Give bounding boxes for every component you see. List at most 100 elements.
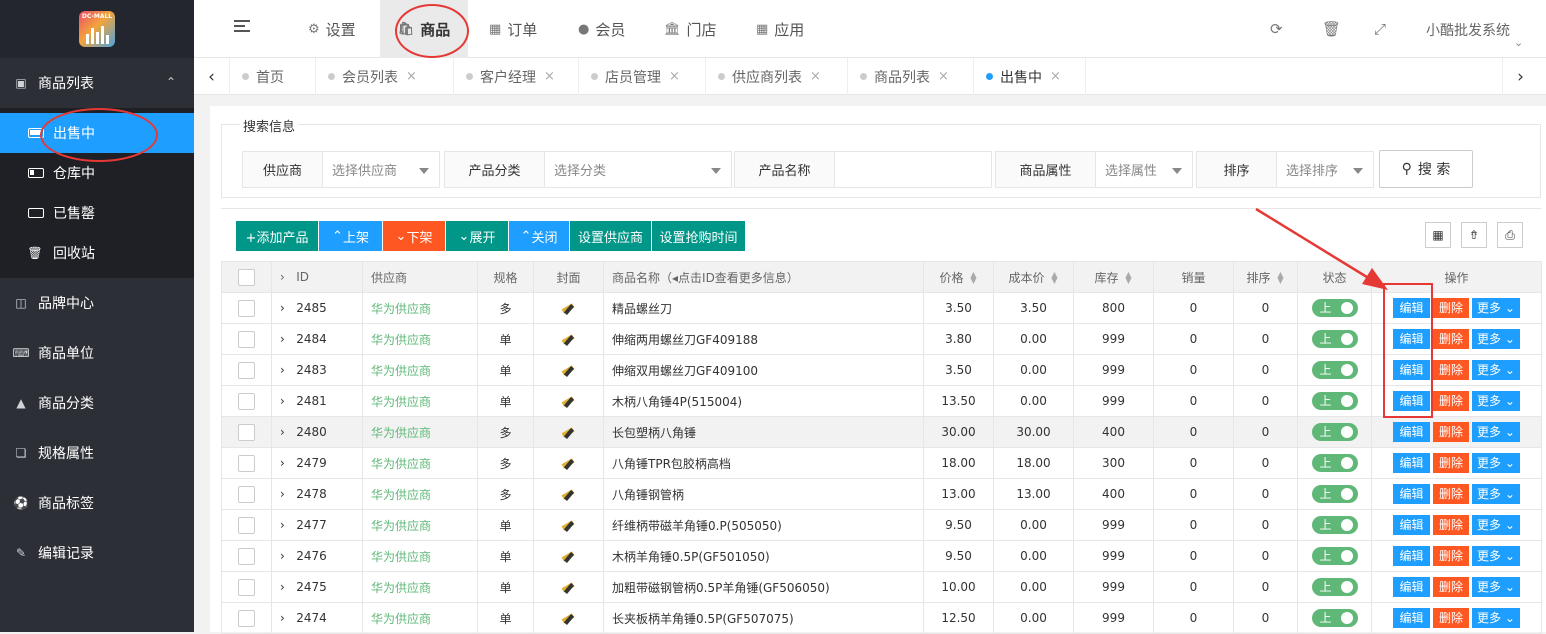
set-flash-sale-button[interactable]: 设置抢购时间 [652,221,745,251]
topnav-members[interactable]: ● 会员 [578,0,625,58]
product-thumbnail[interactable] [559,426,579,439]
row-cover[interactable] [533,354,604,386]
status-toggle[interactable]: 上 [1311,547,1358,565]
row-checkbox[interactable] [221,447,272,479]
more-button[interactable]: 更多 ⌄ [1472,453,1520,473]
more-button[interactable]: 更多 ⌄ [1472,329,1520,349]
sidebar-group-edit-log[interactable]: ✎ 编辑记录 [0,528,194,578]
row-id[interactable]: › 2475 [271,571,363,603]
edit-button[interactable]: 编辑 [1393,484,1430,504]
id-value[interactable]: 2478 [296,487,327,501]
row-checkbox[interactable] [221,416,272,448]
id-value[interactable]: 2483 [296,363,327,377]
more-button[interactable]: 更多 ⌄ [1472,515,1520,535]
sort-icon[interactable]: ▲ ▼ [1125,271,1133,285]
chevron-right-icon[interactable]: › [280,580,285,594]
more-button[interactable]: 更多 ⌄ [1472,422,1520,442]
id-value[interactable]: 2484 [296,332,327,346]
chevron-right-icon[interactable]: › [280,487,285,501]
close-icon[interactable]: × [938,69,949,84]
topnav-stores[interactable]: 🏛 门店 [664,0,717,58]
row-checkbox[interactable] [221,323,272,355]
tab-scroll-right-icon[interactable]: › [1502,58,1538,95]
row-checkbox[interactable] [221,385,272,417]
id-value[interactable]: 2479 [296,456,327,470]
sidebar-group-spec[interactable]: ❏ 规格属性 [0,428,194,478]
status-toggle[interactable]: 上 [1311,516,1358,534]
sidebar-group-tags[interactable]: ⚽ 商品标签 [0,478,194,528]
select-all-checkbox[interactable] [221,261,272,293]
chevron-down-icon[interactable]: ⌄ [1514,36,1523,49]
id-value[interactable]: 2485 [296,301,327,315]
edit-button[interactable]: 编辑 [1393,608,1430,628]
delete-button[interactable]: 删除 [1433,329,1469,349]
edit-button[interactable]: 编辑 [1393,422,1430,442]
id-value[interactable]: 2474 [296,611,327,625]
row-checkbox[interactable] [221,354,272,386]
tab-member-list[interactable]: 会员列表 × [316,58,454,95]
row-id[interactable]: › 2478 [271,478,363,510]
product-name-input[interactable] [835,152,991,187]
collapse-button[interactable]: ⌃ 关闭 [509,221,569,251]
close-icon[interactable]: × [669,69,680,84]
more-button[interactable]: 更多 ⌄ [1472,391,1520,411]
delete-button[interactable]: 删除 [1433,484,1469,504]
product-name-field[interactable]: 产品名称 [734,151,992,188]
product-thumbnail[interactable] [559,302,579,315]
edit-button[interactable]: 编辑 [1393,453,1430,473]
delete-button[interactable]: 删除 [1433,391,1469,411]
status-toggle[interactable]: 上 [1311,330,1358,348]
row-cover[interactable] [533,447,604,479]
fullscreen-icon[interactable]: ⤢ [1374,20,1386,38]
menu-toggle-icon[interactable] [234,20,250,36]
product-thumbnail[interactable] [559,612,579,625]
more-button[interactable]: 更多 ⌄ [1472,608,1520,628]
row-id[interactable]: › 2476 [271,540,363,572]
topnav-apps[interactable]: ▦ 应用 [756,0,804,58]
tab-home[interactable]: 首页 [230,58,316,95]
chevron-right-icon[interactable]: › [280,456,285,470]
row-checkbox[interactable] [221,292,272,324]
product-thumbnail[interactable] [559,550,579,563]
logo[interactable]: DC-MALL [0,0,194,58]
field-value[interactable]: 选择分类 [545,152,731,187]
sidebar-group-category[interactable]: ▲ 商品分类 [0,378,194,428]
row-cover[interactable] [533,323,604,355]
chevron-right-icon[interactable]: › [280,611,285,625]
close-icon[interactable]: × [1050,69,1061,84]
delete-button[interactable]: 删除 [1433,546,1469,566]
more-button[interactable]: 更多 ⌄ [1472,298,1520,318]
row-id[interactable]: › 2479 [271,447,363,479]
status-toggle[interactable]: 上 [1311,392,1358,410]
row-cover[interactable] [533,602,604,634]
set-supplier-button[interactable]: 设置供应商 [570,221,651,251]
product-thumbnail[interactable] [559,395,579,408]
row-id[interactable]: › 2481 [271,385,363,417]
status-toggle[interactable]: 上 [1311,609,1358,627]
list-button[interactable]: ⌃ 上架 [319,221,382,251]
delete-button[interactable]: 删除 [1433,422,1469,442]
product-thumbnail[interactable] [559,581,579,594]
row-id[interactable]: › 2484 [271,323,363,355]
category-select[interactable]: 产品分类 选择分类 [444,151,732,188]
status-toggle[interactable]: 上 [1311,485,1358,503]
row-id[interactable]: › 2480 [271,416,363,448]
delist-button[interactable]: ⌄ 下架 [383,221,445,251]
delete-button[interactable]: 删除 [1433,298,1469,318]
header-id[interactable]: › ID [271,261,363,293]
product-thumbnail[interactable] [559,364,579,377]
close-icon[interactable]: × [544,69,555,84]
row-id[interactable]: › 2485 [271,292,363,324]
export-icon[interactable]: ⇮ [1461,222,1487,248]
close-icon[interactable]: × [810,69,821,84]
columns-icon[interactable]: ▦ [1425,222,1451,248]
product-thumbnail[interactable] [559,519,579,532]
row-cover[interactable] [533,292,604,324]
row-id[interactable]: › 2483 [271,354,363,386]
row-checkbox[interactable] [221,602,272,634]
id-value[interactable]: 2477 [296,518,327,532]
print-icon[interactable]: ⎙ [1497,222,1523,248]
topnav-settings[interactable]: ⚙ 设置 [308,0,356,58]
chevron-right-icon[interactable]: › [280,425,285,439]
sidebar-item-sold-out[interactable]: 已售罄 [0,193,194,233]
